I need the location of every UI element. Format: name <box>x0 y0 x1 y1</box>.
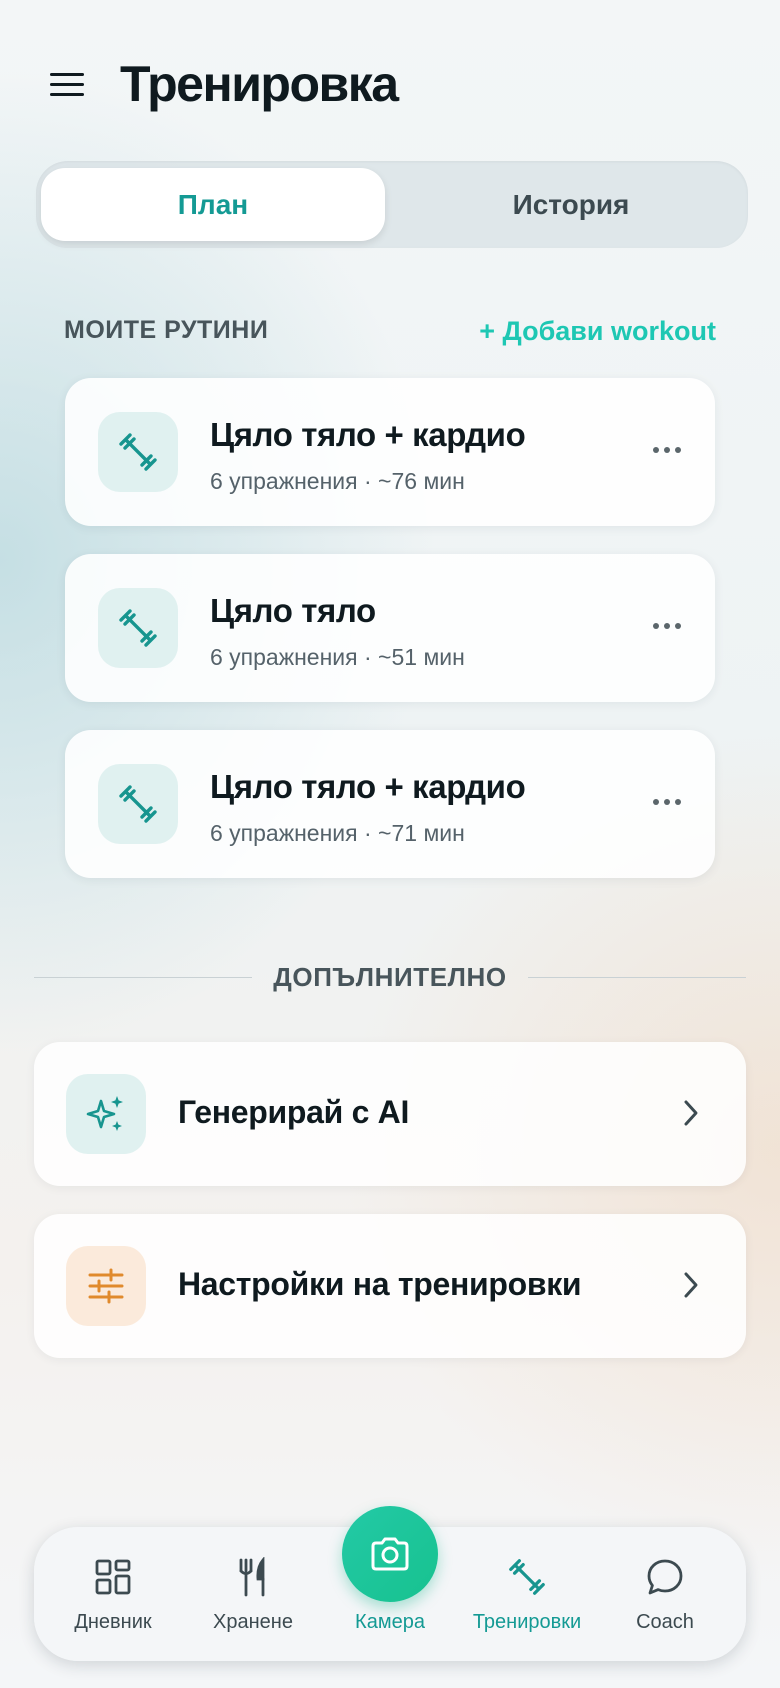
generate-ai-option[interactable]: Генерирай с AI <box>34 1042 746 1186</box>
nav-item-workouts[interactable]: Тренировки <box>462 1527 592 1661</box>
more-options-icon[interactable] <box>645 428 689 472</box>
nav-item-camera-label[interactable]: Камера <box>325 1611 455 1634</box>
routine-card[interactable]: Цяло тяло 6 упражнения · ~51 мин <box>65 554 715 702</box>
option-title: Настройки на тренировки <box>178 1266 582 1302</box>
dumbbell-icon <box>462 1555 592 1599</box>
nav-label: Coach <box>636 1611 694 1633</box>
tab-history[interactable]: История <box>399 168 743 241</box>
routine-title: Цяло тяло + кардио <box>210 416 526 453</box>
routine-subtitle: 6 упражнения · ~71 мин <box>210 820 465 846</box>
routine-title: Цяло тяло <box>210 592 376 629</box>
chevron-right-icon <box>674 1096 708 1130</box>
nav-label: Дневник <box>74 1611 152 1633</box>
dumbbell-icon <box>98 412 178 492</box>
dumbbell-icon <box>98 764 178 844</box>
routine-title: Цяло тяло + кардио <box>210 768 526 805</box>
workout-settings-option[interactable]: Настройки на тренировки <box>34 1214 746 1358</box>
more-options-icon[interactable] <box>645 780 689 824</box>
add-workout-link[interactable]: + Добави workout <box>479 316 716 347</box>
segmented-tabs: План История <box>36 161 748 248</box>
nav-item-coach[interactable]: Coach <box>600 1527 730 1661</box>
nav-label: Хранене <box>213 1611 293 1633</box>
option-title: Генерирай с AI <box>178 1094 410 1130</box>
page-title: Тренировка <box>120 56 399 112</box>
routine-subtitle: 6 упражнения · ~51 мин <box>210 644 465 670</box>
routine-subtitle: 6 упражнения · ~76 мин <box>210 468 465 494</box>
menu-button[interactable] <box>50 70 86 98</box>
tab-plan[interactable]: План <box>41 168 385 241</box>
camera-button[interactable] <box>342 1506 438 1602</box>
dumbbell-icon <box>98 588 178 668</box>
fork-knife-icon <box>188 1555 318 1599</box>
routine-card[interactable]: Цяло тяло + кардио 6 упражнения · ~71 ми… <box>65 730 715 878</box>
section-label-routines: МОИТЕ РУТИНИ <box>64 316 269 344</box>
grid-icon <box>48 1555 178 1599</box>
chevron-right-icon <box>674 1268 708 1302</box>
camera-icon <box>369 1536 411 1572</box>
sliders-icon <box>66 1246 146 1326</box>
more-options-icon[interactable] <box>645 604 689 648</box>
nav-item-diary[interactable]: Дневник <box>48 1527 178 1661</box>
nav-label: Тренировки <box>472 1611 582 1633</box>
sparkles-icon <box>66 1074 146 1154</box>
chat-bubble-icon <box>600 1555 730 1599</box>
nav-item-nutrition[interactable]: Хранене <box>188 1527 318 1661</box>
section-label-extra: ДОПЪЛНИТЕЛНО <box>273 962 507 992</box>
routine-card[interactable]: Цяло тяло + кардио 6 упражнения · ~76 ми… <box>65 378 715 526</box>
